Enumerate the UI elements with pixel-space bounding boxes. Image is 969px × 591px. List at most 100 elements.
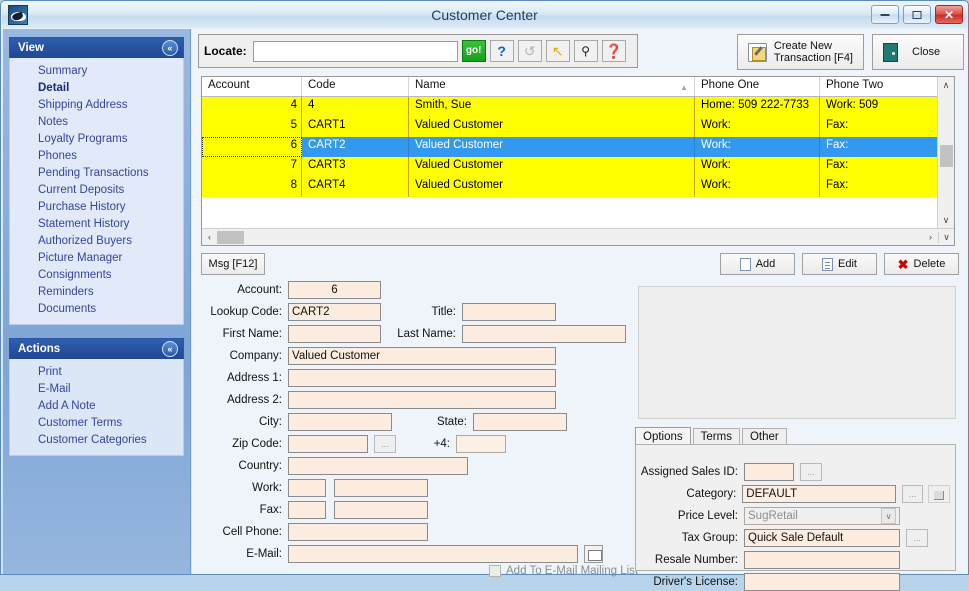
scroll-down-icon[interactable]: ∨	[938, 212, 954, 228]
sidebar-item-purchase-history[interactable]: Purchase History	[10, 199, 183, 216]
fax-field[interactable]	[334, 501, 428, 519]
minimize-button[interactable]	[871, 5, 899, 24]
chevron-down-icon[interactable]: ∨	[881, 508, 896, 524]
assigned-sales-id-lookup-button[interactable]: ...	[800, 463, 822, 481]
category-field[interactable]: DEFAULT	[742, 485, 896, 503]
category-lookup-button[interactable]: ...	[901, 485, 924, 503]
tab-options[interactable]: Options	[635, 427, 691, 445]
address2-field[interactable]	[288, 391, 556, 409]
grid-horizontal-scrollbar[interactable]: ‹ › ∨	[202, 228, 954, 245]
sidebar-item-current-deposits[interactable]: Current Deposits	[10, 182, 183, 199]
table-row-selected[interactable]: 6 CART2 Valued Customer Work: Fax:	[202, 137, 954, 157]
grid-column-code[interactable]: Code	[302, 77, 409, 96]
first-name-field[interactable]	[288, 325, 381, 343]
scroll-left-icon[interactable]: ‹	[202, 232, 217, 242]
mail-icon[interactable]	[584, 545, 603, 563]
sidebar-item-email[interactable]: E-Mail	[10, 381, 183, 398]
close-button[interactable]: Close	[872, 34, 964, 70]
scroll-right-icon[interactable]: ›	[923, 232, 938, 242]
drivers-license-field[interactable]	[744, 573, 900, 591]
price-level-select[interactable]: SugRetail ∨	[744, 507, 900, 525]
scroll-up-icon[interactable]: ∧	[938, 77, 954, 93]
work-phone-label: Work:	[252, 482, 282, 494]
sidebar-item-customer-categories[interactable]: Customer Categories	[10, 432, 183, 449]
table-row[interactable]: 5 CART1 Valued Customer Work: Fax:	[202, 117, 954, 137]
binoculars-icon[interactable]: ⚲	[573, 40, 598, 62]
delete-button[interactable]: ✖ Delete	[884, 253, 959, 275]
tab-terms[interactable]: Terms	[692, 428, 740, 445]
account-field[interactable]: 6	[288, 281, 381, 299]
tax-group-field[interactable]: Quick Sale Default	[744, 529, 900, 547]
goto-arrow-icon[interactable]: ↖	[545, 40, 570, 62]
title-field[interactable]	[462, 303, 556, 321]
vertical-scroll-thumb[interactable]	[940, 145, 953, 167]
refresh-icon[interactable]: ↺	[517, 40, 542, 62]
actions-panel-header[interactable]: Actions «	[9, 338, 184, 359]
address1-field[interactable]	[288, 369, 556, 387]
first-name-label: First Name:	[222, 328, 282, 340]
sidebar-item-picture-manager[interactable]: Picture Manager	[10, 250, 183, 267]
work-phone-ext-field[interactable]	[288, 479, 326, 497]
grid-vertical-scrollbar[interactable]: ∧ ∨	[937, 77, 954, 228]
category-expand-button[interactable]	[928, 485, 950, 503]
sidebar-item-customer-terms[interactable]: Customer Terms	[10, 415, 183, 432]
grid-column-phone-two[interactable]: Phone Two	[820, 77, 938, 96]
plus4-field[interactable]	[456, 435, 506, 453]
cell-phone-field[interactable]	[288, 523, 428, 541]
chevron-up-icon[interactable]: «	[162, 341, 178, 357]
lookup-code-field[interactable]: CART2	[288, 303, 381, 321]
sidebar-item-shipping-address[interactable]: Shipping Address	[10, 97, 183, 114]
zip-field[interactable]	[288, 435, 368, 453]
sidebar-item-add-a-note[interactable]: Add A Note	[10, 398, 183, 415]
email-field[interactable]	[288, 545, 578, 563]
table-row[interactable]: 4 4 Smith, Sue Home: 509 222-7733 Work: …	[202, 97, 954, 117]
sidebar-item-statement-history[interactable]: Statement History	[10, 216, 183, 233]
sidebar-item-authorized-buyers[interactable]: Authorized Buyers	[10, 233, 183, 250]
work-phone-field[interactable]	[334, 479, 428, 497]
grid-column-account[interactable]: Account	[202, 77, 302, 96]
tab-other[interactable]: Other	[741, 428, 787, 445]
sidebar-item-reminders[interactable]: Reminders	[10, 284, 183, 301]
create-new-transaction-button[interactable]: Create New Transaction [F4]	[736, 34, 864, 70]
search-input[interactable]	[252, 40, 458, 62]
sidebar-item-notes[interactable]: Notes	[10, 114, 183, 131]
close-window-button[interactable]: ✕	[935, 5, 963, 24]
view-panel-header[interactable]: View «	[9, 37, 184, 58]
go-button[interactable]: go!	[461, 40, 486, 62]
chevron-up-icon[interactable]: «	[162, 40, 178, 56]
edit-button[interactable]: Edit	[802, 253, 877, 275]
state-field[interactable]	[473, 413, 567, 431]
sidebar-item-summary[interactable]: Summary	[10, 63, 183, 80]
resale-number-field[interactable]	[744, 551, 900, 569]
mailing-list-row[interactable]: Add To E-Mail Mailing List	[489, 565, 638, 577]
add-button[interactable]: Add	[720, 253, 795, 275]
company-field[interactable]: Valued Customer	[288, 347, 556, 365]
sidebar-item-detail[interactable]: Detail	[10, 80, 183, 97]
sidebar-item-phones[interactable]: Phones	[10, 148, 183, 165]
sidebar-item-consignments[interactable]: Consignments	[10, 267, 183, 284]
assigned-sales-id-field[interactable]	[744, 463, 794, 481]
tax-group-lookup-button[interactable]: ...	[906, 529, 928, 547]
city-field[interactable]	[288, 413, 392, 431]
zip-lookup-button[interactable]: ...	[374, 435, 396, 453]
mailing-list-checkbox[interactable]	[489, 565, 501, 577]
horizontal-scroll-thumb[interactable]	[217, 230, 244, 244]
scroll-corner-icon[interactable]: ∨	[938, 231, 954, 243]
customer-picture-box[interactable]	[638, 286, 956, 419]
fax-ext-field[interactable]	[288, 501, 326, 519]
country-field[interactable]	[288, 457, 468, 475]
last-name-field[interactable]	[462, 325, 626, 343]
table-row[interactable]: 8 CART4 Valued Customer Work: Fax:	[202, 177, 954, 197]
maximize-button[interactable]	[903, 5, 931, 24]
cell-phone-two: Work: 509	[820, 97, 938, 117]
msg-button[interactable]: Msg [F12]	[201, 253, 265, 275]
grid-column-phone-one[interactable]: Phone One	[695, 77, 820, 96]
sidebar-item-pending-transactions[interactable]: Pending Transactions	[10, 165, 183, 182]
help-circle-icon[interactable]: ❓	[601, 40, 626, 62]
grid-column-name[interactable]: Name ▲	[409, 77, 695, 96]
sidebar-item-print[interactable]: Print	[10, 364, 183, 381]
help-question-button[interactable]: ?	[489, 40, 514, 62]
sidebar-item-documents[interactable]: Documents	[10, 301, 183, 318]
sidebar-item-loyalty-programs[interactable]: Loyalty Programs	[10, 131, 183, 148]
table-row[interactable]: 7 CART3 Valued Customer Work: Fax:	[202, 157, 954, 177]
